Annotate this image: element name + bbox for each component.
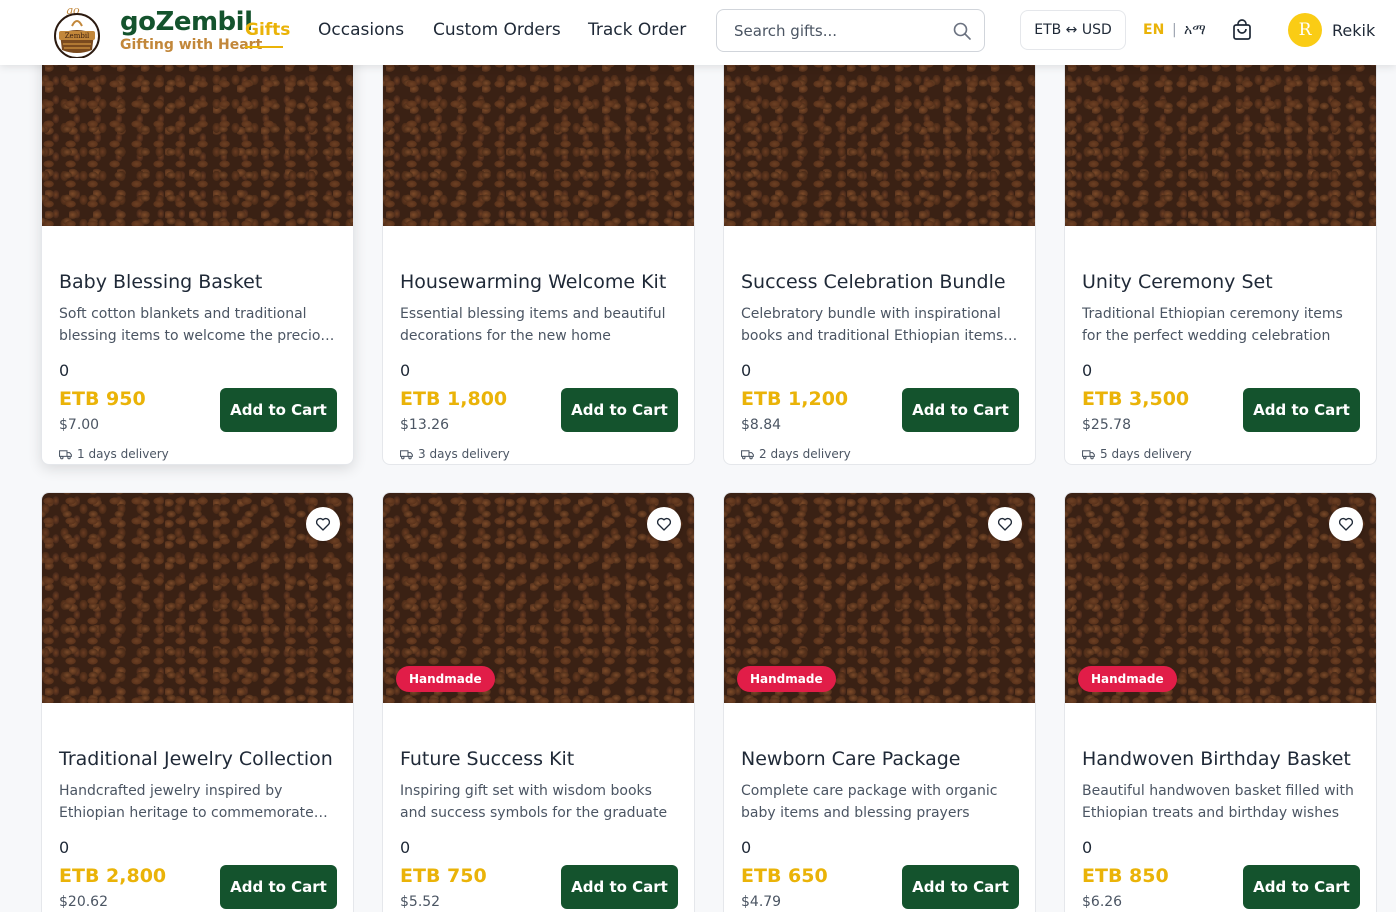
product-description: Traditional Ethiopian ceremony items for… [1082,306,1343,344]
product-title[interactable]: Housewarming Welcome Kit [400,271,666,293]
product-price-etb: ETB 2,800 [59,865,167,887]
product-price-usd: $25.78 [1082,417,1131,433]
add-to-cart-button[interactable]: Add to Cart [561,388,678,432]
product-title[interactable]: Future Success Kit [400,748,574,770]
wishlist-heart-icon[interactable] [988,507,1022,541]
product-price-etb: ETB 650 [741,865,828,887]
handmade-badge: Handmade [737,666,836,692]
nav-gifts[interactable]: Gifts [245,20,290,40]
language-separator: | [1172,22,1177,38]
product-count: 0 [741,361,752,380]
search-icon[interactable] [952,21,972,41]
product-title[interactable]: Traditional Jewelry Collection [59,748,333,770]
product-card[interactable]: Handmade Newborn Care Package Complete car… [723,492,1036,912]
product-description: Soft cotton blankets and traditional ble… [59,306,337,344]
truck-icon [1082,449,1095,460]
add-to-cart-button[interactable]: Add to Cart [1243,388,1360,432]
add-to-cart-button[interactable]: Add to Cart [220,388,337,432]
handmade-badge: Handmade [1078,666,1177,692]
add-to-cart-button[interactable]: Add to Cart [902,388,1019,432]
handmade-badge: Handmade [396,666,495,692]
add-to-cart-button[interactable]: Add to Cart [1243,865,1360,909]
product-price-usd: $5.52 [400,894,441,910]
product-count: 0 [1082,838,1093,857]
product-price-etb: ETB 3,500 [1082,388,1190,410]
product-count: 0 [59,361,70,380]
product-price-etb: ETB 1,200 [741,388,849,410]
product-card[interactable]: Unity Ceremony Set Traditional Ethiopian … [1064,15,1377,465]
language-en[interactable]: EN [1143,22,1164,38]
product-description: Celebratory bundle with inspirational bo… [741,306,1004,344]
wishlist-heart-icon[interactable] [647,507,681,541]
delivery-text: 5 days delivery [1100,447,1192,461]
site-header: go Zembil goZembil Gifting with Heart Gi… [0,0,1396,65]
add-to-cart-button[interactable]: Add to Cart [902,865,1019,909]
nav-occasions[interactable]: Occasions [318,20,404,40]
product-price-usd: $4.79 [741,894,782,910]
gozembil-logo[interactable]: go Zembil [52,4,102,58]
product-price-etb: ETB 750 [400,865,487,887]
delivery-info: 3 days delivery [400,447,510,461]
delivery-info: 5 days delivery [1082,447,1192,461]
cart-icon[interactable] [1231,19,1253,41]
add-to-cart-button[interactable]: Add to Cart [561,865,678,909]
language-amharic[interactable]: አማ [1184,22,1206,38]
search-box [716,9,985,52]
product-description: Complete care package with organic baby … [741,783,998,821]
user-name[interactable]: Rekik [1332,21,1375,40]
product-card[interactable]: Baby Blessing Basket Soft cotton blankets… [41,15,354,465]
product-price-etb: ETB 1,800 [400,388,508,410]
truck-icon [400,449,413,460]
product-description: Essential blessing items and beautiful d… [400,306,666,344]
nav-track-order[interactable]: Track Order [588,20,686,40]
product-count: 0 [1082,361,1093,380]
wishlist-heart-icon[interactable] [1329,507,1363,541]
product-count: 0 [741,838,752,857]
nav-active-underline [245,46,283,48]
search-input[interactable] [734,21,952,40]
product-price-usd: $20.62 [59,894,108,910]
product-count: 0 [59,838,70,857]
product-card[interactable]: Handmade Handwoven Birthday Basket Beautif… [1064,492,1377,912]
product-count: 0 [400,838,411,857]
product-price-usd: $6.26 [1082,894,1123,910]
product-title[interactable]: Handwoven Birthday Basket [1082,748,1351,770]
product-title[interactable]: Unity Ceremony Set [1082,271,1273,293]
product-title[interactable]: Success Celebration Bundle [741,271,1006,293]
product-count: 0 [400,361,411,380]
wishlist-heart-icon[interactable] [306,507,340,541]
brand-tagline: Gifting with Heart [120,37,263,53]
user-avatar[interactable]: R [1288,13,1322,47]
product-price-usd: $8.84 [741,417,782,433]
product-card[interactable]: Housewarming Welcome Kit Essential blessi… [382,15,695,465]
truck-icon [741,449,754,460]
product-card[interactable]: Success Celebration Bundle Celebratory bu… [723,15,1036,465]
delivery-info: 2 days delivery [741,447,851,461]
product-card[interactable]: Traditional Jewelry Collection Handcrafte… [41,492,354,912]
delivery-text: 2 days delivery [759,447,851,461]
product-card[interactable]: Handmade Future Success Kit Inspiring gift… [382,492,695,912]
product-title[interactable]: Baby Blessing Basket [59,271,262,293]
delivery-text: 3 days delivery [418,447,510,461]
product-description: Handcrafted jewelry inspired by Ethiopia… [59,783,314,821]
brand[interactable]: goZembil Gifting with Heart [120,8,262,54]
add-to-cart-button[interactable]: Add to Cart [220,865,337,909]
product-price-usd: $13.26 [400,417,449,433]
brand-name: goZembil [120,7,253,37]
product-price-etb: ETB 850 [1082,865,1169,887]
product-title[interactable]: Newborn Care Package [741,748,960,770]
currency-toggle-button[interactable]: ETB ↔ USD [1020,10,1126,50]
truck-icon [59,449,72,460]
product-price-usd: $7.00 [59,417,100,433]
nav-custom-orders[interactable]: Custom Orders [433,20,561,40]
delivery-text: 1 days delivery [77,447,169,461]
logo-band-text: Zembil [65,32,90,40]
product-price-etb: ETB 950 [59,388,146,410]
product-description: Inspiring gift set with wisdom books and… [400,783,668,821]
delivery-info: 1 days delivery [59,447,169,461]
product-description: Beautiful handwoven basket filled with E… [1082,783,1354,821]
